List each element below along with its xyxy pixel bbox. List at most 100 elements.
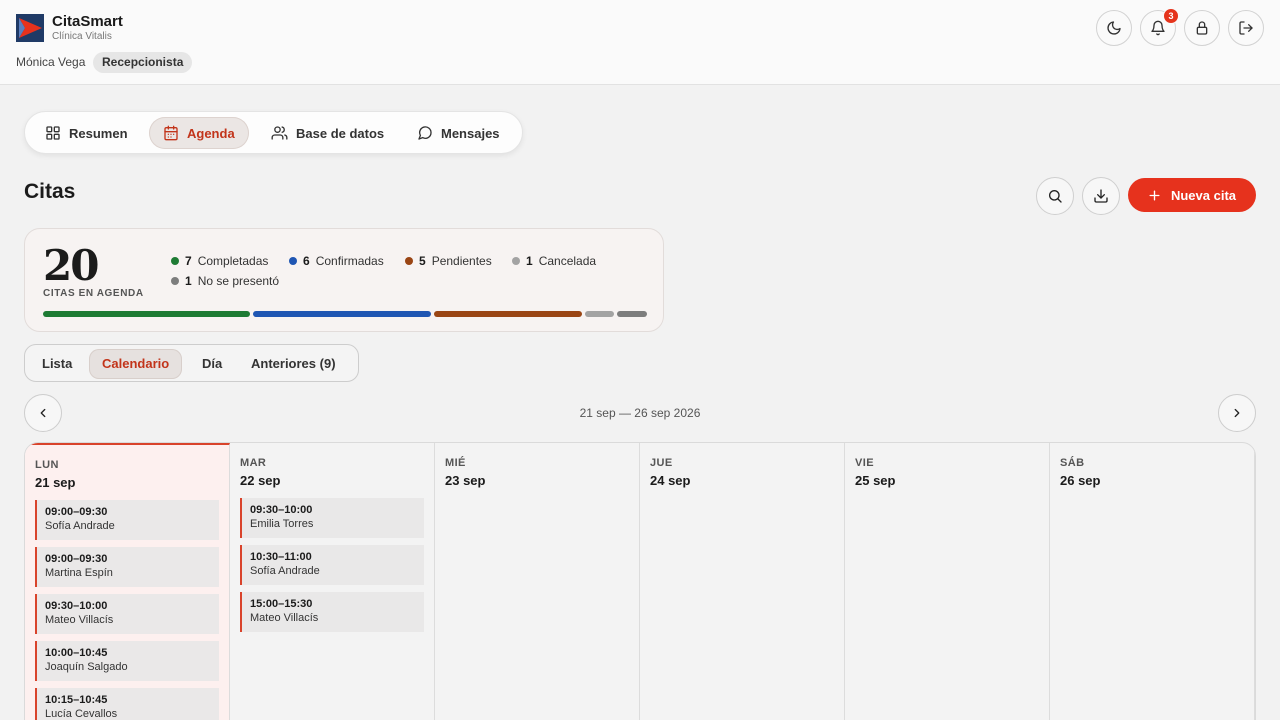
day-date: 23 sep (445, 473, 486, 488)
appointment-time: 09:30–10:00 (45, 600, 108, 612)
lock-button[interactable] (1184, 10, 1220, 46)
bell-icon (1151, 20, 1165, 36)
legend-count: 1 (185, 274, 192, 288)
legend-label: Pendientes (431, 254, 492, 268)
day-column[interactable]: SÁB 26 sep (1050, 443, 1255, 720)
appointment-patient: Emilia Torres (250, 518, 314, 530)
appointment-time: 10:15–10:45 (45, 694, 108, 706)
logout-button[interactable] (1228, 10, 1264, 46)
theme-toggle-button[interactable] (1096, 10, 1132, 46)
appointment-card[interactable]: 09:30–10:00 Emilia Torres (240, 498, 424, 538)
notification-count-badge: 3 (1163, 8, 1179, 24)
week-calendar: LUN 21 sep 09:00–09:30 Sofía Andrade 09:00–0… (24, 442, 1256, 720)
download-button[interactable] (1082, 177, 1120, 215)
tab-dia[interactable]: Día (189, 349, 235, 379)
appointment-card[interactable]: 09:30–10:00 Mateo Villacís (35, 594, 219, 634)
search-button[interactable] (1036, 177, 1074, 215)
appointment-patient: Mateo Villacís (45, 614, 114, 626)
appointment-time: 09:00–09:30 (45, 553, 108, 565)
total-label: CITAS EN AGENDA (43, 288, 144, 299)
app-header: CitaSmart Clínica Vitalis Mónica Vega Re… (0, 0, 1280, 85)
nav-label: Agenda (187, 125, 235, 141)
appointment-card[interactable]: 09:00–09:30 Martina Espín (35, 547, 219, 587)
grid-icon (46, 126, 60, 140)
nav-label: Resumen (69, 125, 128, 141)
day-column[interactable]: JUE 24 sep (640, 443, 845, 720)
status-dot (171, 257, 179, 265)
appointment-card[interactable]: 10:00–10:45 Joaquín Salgado (35, 641, 219, 681)
role-badge: Recepcionista (93, 52, 193, 73)
appointment-card[interactable]: 09:00–09:30 Sofía Andrade (35, 500, 219, 540)
day-abbr: MAR (240, 457, 267, 469)
notifications-button[interactable]: 3 (1140, 8, 1179, 46)
week-range: 21 sep — 26 sep 2026 (579, 406, 701, 420)
new-appointment-label: Nueva cita (1170, 187, 1237, 203)
legend-count: 5 (419, 254, 426, 268)
chat-icon (418, 126, 432, 140)
nav-item-mensajes[interactable]: Mensajes (403, 117, 514, 149)
appointment-card[interactable]: 10:15–10:45 Lucía Cevallos (35, 688, 219, 720)
nav-label: Mensajes (441, 125, 500, 141)
previous-week-button[interactable] (24, 394, 62, 432)
day-column[interactable]: LUN 21 sep 09:00–09:30 Sofía Andrade 09:00–0… (25, 443, 230, 720)
appointment-time: 10:30–11:00 (250, 551, 312, 563)
appointment-time: 09:00–09:30 (45, 506, 108, 518)
appointment-patient: Joaquín Salgado (45, 661, 128, 673)
plus-icon (1149, 189, 1160, 201)
legend-label: Cancelada (538, 254, 597, 268)
appointment-time: 09:30–10:00 (250, 504, 313, 516)
legend-confirmadas: 6 Confirmadas (289, 254, 384, 268)
status-bar-segment (253, 311, 431, 317)
summary-card: 20 CITAS EN AGENDA 7 Completadas 6 Confi… (24, 228, 664, 332)
day-column[interactable]: MAR 22 sep 09:30–10:00 Emilia Torres 10:30–1… (230, 443, 435, 720)
appointment-patient: Mateo Villacís (250, 612, 319, 624)
appointment-card[interactable]: 10:30–11:00 Sofía Andrade (240, 545, 424, 585)
status-dot (512, 257, 520, 265)
nav-item-base-de-datos[interactable]: Base de datos (257, 117, 398, 149)
tab-lista[interactable]: Lista (29, 349, 85, 379)
new-appointment-button[interactable]: Nueva cita (1128, 178, 1256, 212)
day-date: 26 sep (1060, 473, 1101, 488)
logout-icon (1239, 21, 1253, 35)
status-dot (171, 277, 179, 285)
tab-anteriores[interactable]: Anteriores (9) (238, 349, 349, 379)
app-logo (16, 14, 44, 42)
view-tabs: Lista Calendario Día Anteriores (9) (24, 344, 359, 382)
search-icon (1049, 190, 1062, 203)
day-column[interactable]: MIÉ 23 sep (435, 443, 640, 720)
status-bar-segment (617, 311, 647, 317)
tab-calendario[interactable]: Calendario (89, 349, 183, 379)
legend-cancelada: 1 Cancelada (512, 254, 596, 268)
day-column[interactable]: VIE 25 sep (845, 443, 1050, 720)
legend-completadas: 7 Completadas (171, 254, 268, 268)
appointment-card[interactable]: 15:00–15:30 Mateo Villacís (240, 592, 424, 632)
day-date: 25 sep (855, 473, 896, 488)
users-icon (271, 126, 288, 140)
day-date: 24 sep (650, 473, 691, 488)
legend-label: Confirmadas (315, 254, 384, 268)
appointment-patient: Sofía Andrade (250, 565, 320, 577)
main-nav: Resumen Agenda Base de datos Mensajes (24, 111, 523, 154)
day-date: 22 sep (240, 473, 281, 488)
clinic-name: Clínica Vitalis (52, 31, 112, 42)
nav-label: Base de datos (296, 125, 385, 141)
appointment-patient: Lucía Cevallos (45, 708, 118, 720)
legend-label: Completadas (197, 254, 269, 268)
nav-item-agenda[interactable]: Agenda (149, 117, 249, 149)
next-week-button[interactable] (1218, 394, 1256, 432)
status-bar-segment (43, 311, 251, 317)
app-name: CitaSmart (52, 13, 123, 30)
total-appointments: 20 (43, 241, 99, 290)
legend-count: 1 (526, 254, 533, 268)
legend-label: No se presentó (197, 274, 280, 288)
day-abbr: SÁB (1060, 457, 1085, 469)
status-bar-segment (433, 311, 582, 317)
legend-pendientes: 5 Pendientes (405, 254, 492, 268)
legend-count: 7 (185, 254, 192, 268)
download-icon (1094, 189, 1108, 203)
day-abbr: MIÉ (445, 457, 466, 469)
status-dot (289, 257, 297, 265)
moon-icon (1107, 21, 1121, 35)
nav-item-resumen[interactable]: Resumen (31, 117, 142, 149)
status-dot (405, 257, 413, 265)
